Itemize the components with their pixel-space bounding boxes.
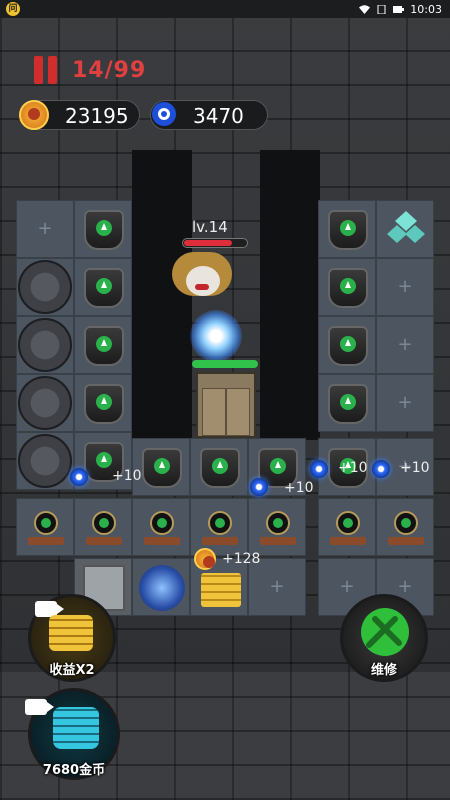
- income-x2-button[interactable]: 收益X2: [28, 594, 116, 682]
- slot[interactable]: [190, 438, 248, 496]
- upgrade-bucket-icon: [84, 384, 124, 424]
- gold-stack-icon: [201, 573, 241, 607]
- gem-value: 3470: [193, 104, 244, 128]
- income-x2-label: 收益X2: [49, 663, 95, 678]
- wrench-icon: [361, 608, 409, 656]
- upgrade-bucket-icon: [328, 326, 368, 366]
- repair-label: 维修: [370, 663, 397, 678]
- gem-drop-icon: [250, 478, 268, 496]
- slot[interactable]: [318, 258, 376, 316]
- lamp-turret-icon: [258, 503, 298, 553]
- slot[interactable]: [318, 374, 376, 432]
- clock: 10:03: [410, 2, 442, 16]
- pause-bar-icon: [48, 56, 57, 84]
- coin-stack-icon: [49, 615, 93, 651]
- reward-text: +10: [112, 468, 142, 484]
- slot[interactable]: [132, 558, 190, 616]
- slot[interactable]: [248, 498, 306, 556]
- slot[interactable]: [16, 316, 74, 374]
- upgrade-bucket-icon: [142, 448, 182, 488]
- status-bar: 问 10:03: [0, 0, 450, 18]
- lamp-turret-icon: [26, 503, 66, 553]
- enemy-level: lv.14: [192, 218, 228, 236]
- slot[interactable]: [16, 432, 74, 490]
- reward-text: +128: [222, 551, 261, 567]
- reward-text: +10: [284, 480, 314, 496]
- upgrade-bucket-icon: [84, 326, 124, 366]
- slot[interactable]: [74, 498, 132, 556]
- coin-reward-button[interactable]: 7680金币: [25, 688, 120, 780]
- empty-slot[interactable]: [376, 258, 434, 316]
- gem-drop-icon: [372, 460, 390, 478]
- slot[interactable]: [74, 316, 132, 374]
- pause-button[interactable]: [34, 56, 64, 86]
- upgrade-bucket-icon: [328, 210, 368, 250]
- reward-text: +10: [338, 460, 368, 476]
- lamp-turret-icon: [84, 503, 124, 553]
- lamp-turret-icon: [386, 503, 426, 553]
- empty-slot[interactable]: [376, 316, 434, 374]
- sim-icon: [377, 4, 386, 14]
- coin-stack-icon: [53, 707, 99, 749]
- slot[interactable]: [132, 498, 190, 556]
- slot[interactable]: [318, 316, 376, 374]
- lamp-turret-icon: [200, 503, 240, 553]
- enemy-hp-bar: [182, 238, 248, 248]
- upgrade-bucket-icon: [200, 448, 240, 488]
- skull-coin-icon: [194, 548, 216, 570]
- slot[interactable]: [16, 258, 74, 316]
- blue-gem-icon: [152, 102, 176, 126]
- reward-text: +10: [400, 460, 430, 476]
- pause-bar-icon: [34, 56, 43, 84]
- slot[interactable]: [74, 374, 132, 432]
- slot[interactable]: [376, 498, 434, 556]
- gem-counter: 3470: [150, 100, 268, 130]
- skull-coin-icon: [19, 100, 49, 130]
- energy-blast-effect: [190, 310, 242, 362]
- upgrade-bucket-icon: [84, 268, 124, 308]
- coin-reward-label: 7680金币: [42, 763, 106, 778]
- slot[interactable]: [376, 200, 434, 258]
- slot[interactable]: [16, 374, 74, 432]
- slot[interactable]: [318, 498, 376, 556]
- slot[interactable]: [74, 200, 132, 258]
- enemy-hp-fill: [184, 240, 233, 246]
- gear-turret-icon: [18, 260, 72, 314]
- upgrade-bucket-icon: [84, 210, 124, 250]
- empty-slot[interactable]: [16, 200, 74, 258]
- empty-slot[interactable]: [376, 374, 434, 432]
- video-ad-icon: [25, 699, 54, 715]
- slot[interactable]: [190, 498, 248, 556]
- wifi-icon: [359, 4, 371, 14]
- coin-value: 23195: [65, 104, 129, 128]
- repair-button[interactable]: 维修: [340, 594, 428, 682]
- coin-counter: 23195: [19, 100, 140, 130]
- slot[interactable]: [16, 498, 74, 556]
- app-notification-icon: 问: [6, 2, 20, 16]
- bedroom-door[interactable]: [196, 372, 256, 438]
- slot[interactable]: [132, 438, 190, 496]
- lamp-turret-icon: [142, 503, 182, 553]
- diamond-pile-icon: [387, 211, 425, 243]
- gear-turret-icon: [18, 434, 72, 488]
- battery-icon: [393, 5, 405, 13]
- energy-orb-icon: [139, 565, 185, 611]
- wave-counter: 14/99: [72, 58, 147, 83]
- gear-turret-icon: [18, 376, 72, 430]
- upgrade-bucket-icon: [328, 268, 368, 308]
- slot[interactable]: [74, 258, 132, 316]
- lamp-turret-icon: [328, 503, 368, 553]
- gem-drop-icon: [70, 468, 88, 486]
- corridor-right: [260, 150, 320, 440]
- door-hp-bar: [192, 360, 258, 368]
- slot[interactable]: [318, 200, 376, 258]
- gear-turret-icon: [18, 318, 72, 372]
- upgrade-bucket-icon: [328, 384, 368, 424]
- gem-drop-icon: [310, 460, 328, 478]
